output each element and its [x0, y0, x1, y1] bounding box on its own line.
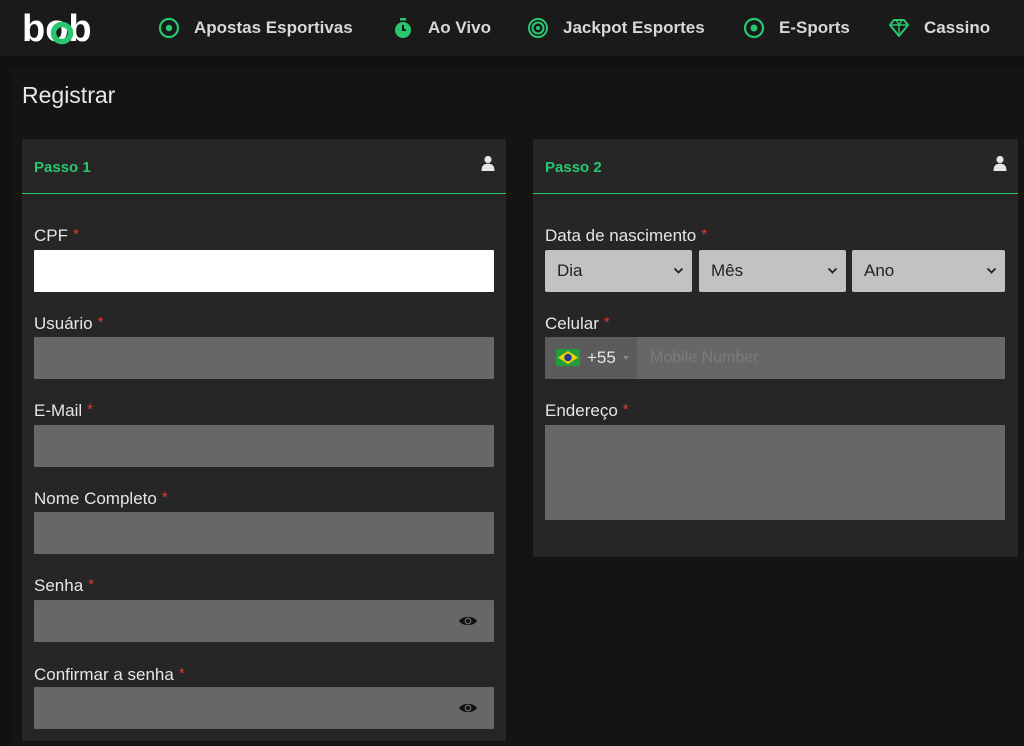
step2-header: Passo 2 [533, 139, 1018, 194]
nav-apostas-esportivas[interactable]: Apostas Esportivas [158, 0, 353, 56]
user-icon [993, 155, 1007, 171]
chevron-down-icon [827, 265, 838, 276]
email-input[interactable] [34, 425, 494, 467]
mobile-number-input[interactable] [637, 337, 1005, 379]
nav-jackpot-esportes[interactable]: Jackpot Esportes [527, 0, 705, 56]
endereco-textarea[interactable] [545, 425, 1005, 520]
page-title: Registrar [22, 82, 116, 108]
target-icon [527, 17, 549, 39]
nav-label: Cassino [924, 18, 991, 37]
step1-title: Passo 1 [34, 159, 91, 176]
usuario-input[interactable] [34, 337, 494, 379]
endereco-label: Endereço * [545, 401, 629, 420]
soccer-ball-icon [158, 17, 180, 39]
usuario-label: Usuário * [34, 314, 104, 333]
gamepad-icon [743, 17, 765, 39]
email-label: E-Mail * [34, 401, 94, 420]
step2-title: Passo 2 [545, 159, 602, 176]
day-select-value: Dia [557, 261, 583, 280]
nav-cassino[interactable]: Cassino [888, 0, 990, 56]
senha-label: Senha * [34, 576, 95, 595]
chevron-down-icon [986, 265, 997, 276]
nav-label: Jackpot Esportes [563, 18, 705, 37]
confirmar-senha-input[interactable] [34, 687, 494, 729]
step2-panel: Passo 2 Data de nascimento * Dia Mês Ano … [533, 139, 1018, 557]
caret-down-icon [623, 356, 629, 360]
step1-panel: Passo 1 CPF * Usuário * E-Mail * Nome Compl… [22, 139, 506, 741]
month-select-value: Mês [711, 261, 744, 280]
stopwatch-icon [392, 17, 414, 39]
nav-label: E-Sports [779, 18, 850, 37]
diamond-icon [888, 17, 910, 39]
phone-field: +55 [545, 337, 1005, 379]
brazil-flag-icon [556, 349, 580, 366]
nome-completo-label: Nome Completo * [34, 489, 168, 508]
nav-ao-vivo[interactable]: Ao Vivo [392, 0, 491, 56]
celular-label: Celular * [545, 314, 610, 333]
year-select[interactable]: Ano [852, 250, 1005, 292]
data-nascimento-label: Data de nascimento * [545, 226, 708, 245]
country-code-select[interactable]: +55 [545, 337, 637, 379]
cpf-label: CPF * [34, 226, 79, 245]
step1-header: Passo 1 [22, 139, 506, 194]
chevron-down-icon [673, 265, 684, 276]
year-select-value: Ano [864, 261, 895, 280]
eye-icon[interactable] [458, 701, 478, 715]
day-select[interactable]: Dia [545, 250, 692, 292]
confirmar-senha-label: Confirmar a senha * [34, 665, 185, 684]
month-select[interactable]: Mês [699, 250, 846, 292]
top-nav: bob Apostas Esportivas Ao Vivo Jackpot E… [0, 0, 1024, 56]
nome-completo-input[interactable] [34, 512, 494, 554]
cpf-input[interactable] [34, 250, 494, 292]
nav-label: Apostas Esportivas [194, 18, 353, 37]
senha-input[interactable] [34, 600, 494, 642]
eye-icon[interactable] [458, 614, 478, 628]
nav-e-sports[interactable]: E-Sports [743, 0, 850, 56]
nav-label: Ao Vivo [428, 18, 491, 37]
bob-logo[interactable]: bob [22, 8, 102, 50]
country-code: +55 [587, 348, 616, 367]
user-icon [481, 155, 495, 171]
